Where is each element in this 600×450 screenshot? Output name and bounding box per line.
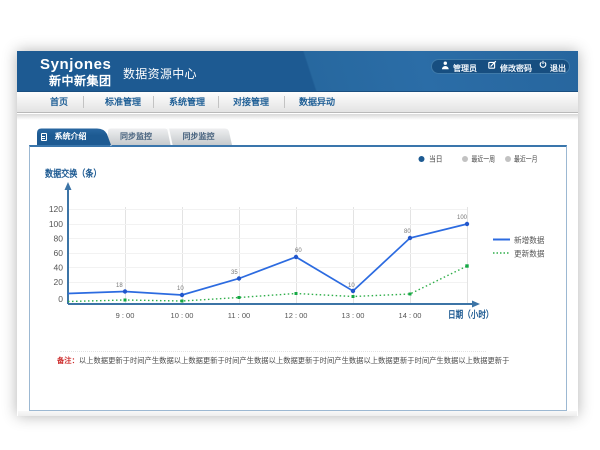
- svg-text:60: 60: [54, 248, 64, 258]
- svg-text:新增数据: 新增数据: [514, 235, 545, 245]
- svg-text:13 : 00: 13 : 00: [342, 311, 365, 320]
- svg-text:日期（小时）: 日期（小时）: [448, 309, 494, 321]
- svg-text:10: 10: [348, 283, 355, 289]
- svg-text:120: 120: [49, 204, 63, 214]
- svg-text:35: 35: [231, 270, 238, 276]
- svg-text:80: 80: [404, 229, 411, 235]
- svg-text:更新数据: 更新数据: [514, 249, 545, 259]
- svg-text:18: 18: [116, 283, 123, 289]
- svg-text:最近一周: 最近一周: [472, 154, 496, 164]
- svg-text:40: 40: [54, 263, 64, 273]
- svg-text:最近一月: 最近一月: [514, 154, 538, 164]
- svg-text:数据交换（条）: 数据交换（条）: [44, 168, 101, 180]
- svg-text:14 : 00: 14 : 00: [399, 311, 422, 320]
- svg-text:80: 80: [54, 234, 64, 244]
- svg-text:20: 20: [54, 277, 64, 287]
- svg-text:100: 100: [457, 215, 468, 221]
- svg-text:0: 0: [58, 294, 63, 304]
- svg-text:9 : 00: 9 : 00: [116, 311, 135, 320]
- svg-text:11 : 00: 11 : 00: [228, 311, 250, 320]
- svg-text:60: 60: [295, 248, 302, 254]
- svg-text:10 : 00: 10 : 00: [171, 311, 194, 320]
- svg-text:10: 10: [177, 286, 184, 292]
- svg-text:12 : 00: 12 : 00: [285, 311, 308, 320]
- svg-text:当日: 当日: [429, 154, 443, 164]
- svg-text:100: 100: [49, 219, 63, 229]
